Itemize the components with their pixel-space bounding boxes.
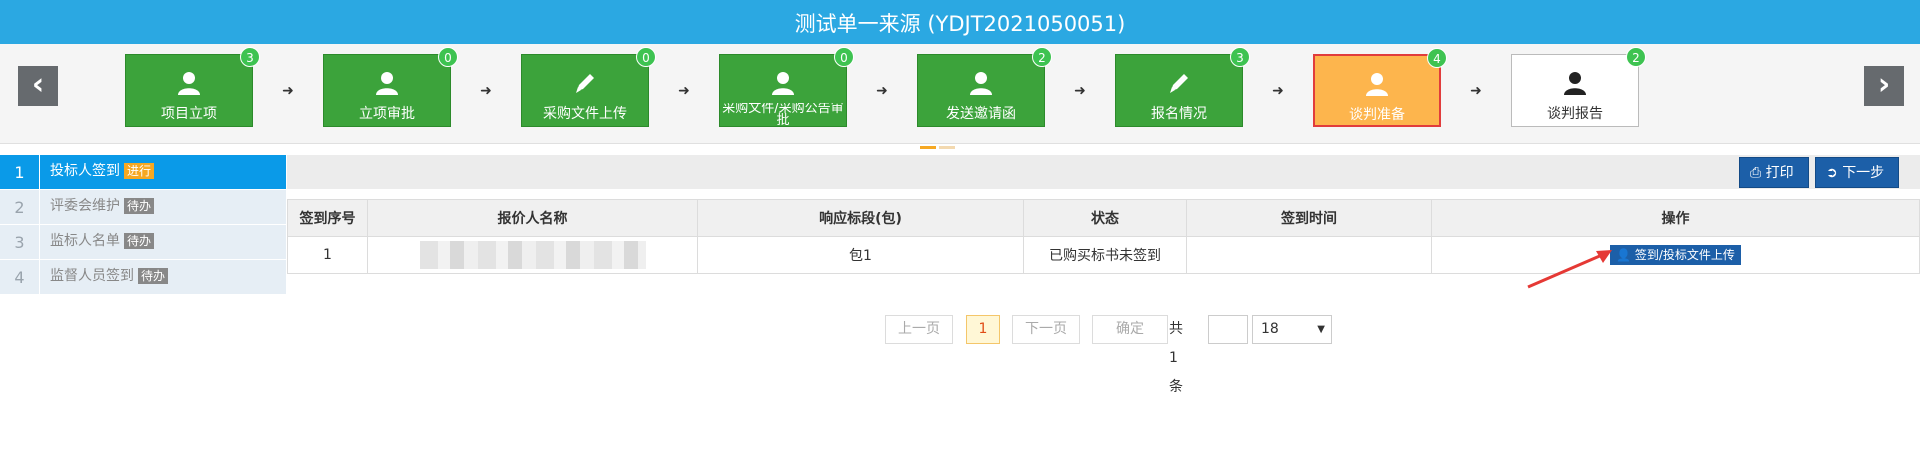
cell-status: 已购买标书未签到: [1023, 236, 1187, 274]
chevron-down-icon: ▼: [1317, 324, 1325, 335]
status-badge: 进行: [124, 163, 155, 179]
sidebar-item-bidder-signin[interactable]: 1 投标人签到 进行: [0, 155, 286, 190]
pencil-icon: [1116, 70, 1242, 96]
step-registration[interactable]: 报名情况 3: [1115, 47, 1250, 127]
carousel-indicator[interactable]: [920, 134, 960, 149]
sidebar-item-number: 4: [0, 260, 40, 295]
sidebar-item-label: 监标人名单: [50, 233, 120, 249]
cell-name: [367, 236, 698, 274]
step-label: 谈判报告: [1547, 106, 1603, 122]
action-toolbar: ⎙ 打印 ➲ 下一步: [287, 155, 1920, 189]
user-icon: [126, 70, 252, 96]
arrow-right-icon: ➜: [282, 83, 294, 99]
cell-section: 包1: [697, 236, 1024, 274]
step-announcement-approval[interactable]: 采购文件/采购公告审批 0: [719, 47, 854, 127]
arrow-right-icon: ➜: [1470, 83, 1482, 99]
page-number-input[interactable]: [1208, 315, 1248, 344]
arrow-circle-right-icon: ➲: [1826, 165, 1838, 181]
column-header: 状态: [1023, 199, 1187, 237]
cell-time: [1186, 236, 1432, 274]
column-header: 签到时间: [1186, 199, 1432, 237]
signin-upload-button-label: 签到/投标文件上传: [1634, 248, 1735, 262]
next-step-button-label: 下一步: [1842, 165, 1885, 181]
table-row: 1 包1 已购买标书未签到 👤 签到/投标文件上传: [287, 236, 1920, 274]
step-badge: 0: [834, 47, 854, 67]
sidebar-item-number: 1: [0, 155, 40, 190]
step-label: 谈判准备: [1349, 107, 1405, 123]
next-step-button[interactable]: ➲ 下一步: [1815, 157, 1899, 188]
step-send-invitation[interactable]: 发送邀请函 2: [917, 47, 1052, 127]
cell-action: 👤 签到/投标文件上传: [1431, 236, 1920, 274]
step-label: 采购文件/采购公告审批: [722, 103, 844, 127]
sidebar-item-committee[interactable]: 2 评委会维护 待办: [0, 190, 286, 225]
annotation-arrow-icon: [1527, 250, 1612, 289]
total-count: 共1条: [1169, 321, 1183, 395]
step-badge: 0: [438, 47, 458, 67]
user-icon: [1512, 70, 1638, 96]
sidebar-item-supervisor-signin[interactable]: 4 监督人员签到 待办: [0, 260, 286, 295]
user-icon: [918, 70, 1044, 96]
column-header: 响应标段(包): [697, 199, 1024, 237]
user-icon: [324, 70, 450, 96]
arrow-right-icon: ➜: [1074, 83, 1086, 99]
prev-steps-arrow[interactable]: ‹: [18, 66, 58, 106]
step-badge: 2: [1032, 47, 1052, 67]
arrow-right-icon: ➜: [1272, 83, 1284, 99]
sidebar-item-number: 2: [0, 190, 40, 225]
column-header: 报价人名称: [367, 199, 698, 237]
sidebar-item-supervisor-list[interactable]: 3 监标人名单 待办: [0, 225, 286, 260]
step-label: 发送邀请函: [946, 106, 1016, 122]
print-button[interactable]: ⎙ 打印: [1739, 157, 1809, 188]
status-badge: 待办: [138, 268, 169, 284]
printer-icon: ⎙: [1750, 165, 1762, 181]
sidebar-item-label: 监督人员签到: [50, 268, 134, 284]
signin-upload-button[interactable]: 👤 签到/投标文件上传: [1610, 245, 1741, 265]
sub-step-sidebar: 1 投标人签到 进行 2 评委会维护 待办 3 监标人名单 待办 4 监督人员签到 待办: [0, 155, 286, 295]
pencil-icon: [522, 70, 648, 96]
step-negotiation-report[interactable]: 谈判报告 2: [1511, 47, 1646, 127]
current-page[interactable]: 1: [966, 315, 1000, 344]
sidebar-item-label: 评委会维护: [50, 198, 120, 214]
cell-seq: 1: [287, 236, 368, 274]
arrow-right-icon: ➜: [876, 83, 888, 99]
step-label: 项目立项: [161, 106, 217, 122]
prev-page-button[interactable]: 上一页: [885, 315, 953, 344]
next-steps-arrow[interactable]: ›: [1864, 66, 1904, 106]
user-icon: [1315, 71, 1439, 97]
step-badge: 3: [240, 47, 260, 67]
status-badge: 待办: [124, 233, 155, 249]
confirm-page-button[interactable]: 确定: [1092, 315, 1168, 344]
page-size-select[interactable]: 18 ▼: [1252, 315, 1332, 344]
user-icon: [720, 70, 846, 96]
workflow-steps: ‹ 项目立项 3 ➜ 立项审批 0 ➜ 采购文件上传 0 ➜ 采购文件/采购公告…: [0, 44, 1920, 149]
redacted-name: [419, 241, 646, 269]
next-page-button[interactable]: 下一页: [1012, 315, 1080, 344]
column-header: 签到序号: [287, 199, 368, 237]
step-label: 报名情况: [1151, 106, 1207, 122]
sidebar-item-number: 3: [0, 225, 40, 260]
bidder-table: 签到序号 报价人名称 响应标段(包) 状态 签到时间 操作 1 包1 已购买标书…: [287, 199, 1920, 274]
arrow-right-icon: ➜: [480, 83, 492, 99]
step-project-initiation[interactable]: 项目立项 3: [125, 47, 260, 127]
column-header: 操作: [1431, 199, 1920, 237]
step-approval[interactable]: 立项审批 0: [323, 47, 458, 127]
status-badge: 待办: [124, 198, 155, 214]
step-label: 采购文件上传: [543, 106, 627, 122]
step-file-upload[interactable]: 采购文件上传 0: [521, 47, 656, 127]
step-negotiation-prep[interactable]: 谈判准备 4: [1313, 48, 1447, 127]
step-badge: 4: [1427, 48, 1447, 68]
page-size-value: 18: [1261, 321, 1279, 337]
step-label: 立项审批: [359, 106, 415, 122]
print-button-label: 打印: [1765, 165, 1794, 181]
page-title: 测试单一来源 (YDJT2021050051): [0, 0, 1920, 44]
step-badge: 2: [1626, 47, 1646, 67]
table-header-row: 签到序号 报价人名称 响应标段(包) 状态 签到时间 操作: [287, 199, 1920, 237]
arrow-right-icon: ➜: [678, 83, 690, 99]
sidebar-item-label: 投标人签到: [50, 163, 120, 179]
step-badge: 3: [1230, 47, 1250, 67]
step-badge: 0: [636, 47, 656, 67]
